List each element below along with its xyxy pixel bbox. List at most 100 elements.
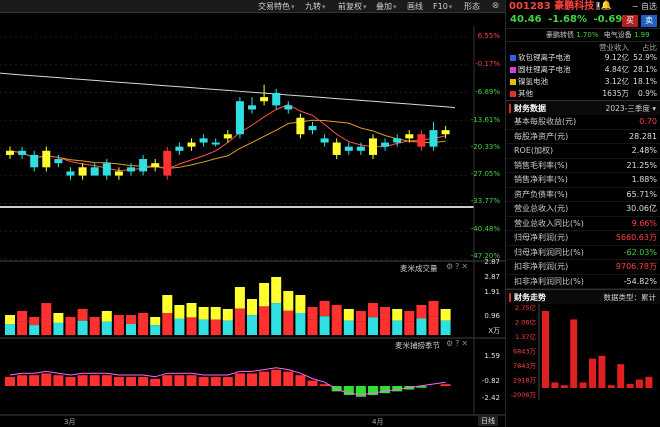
volume-panel-icons[interactable]: ⚙?✕ [446,262,470,271]
finance-row: 营业总收入同比(%) 9.66% [506,217,660,231]
finance-key: ROE(加权) [514,146,554,155]
vol-axis-label: 2.87 [484,273,500,281]
trend-bar [542,311,549,388]
candle-body [308,126,317,131]
price-text: 40.46 -1.68% -0.69 [510,14,622,25]
indicator-bar [53,375,64,386]
candle-body [223,134,232,139]
segment-color-dot [510,91,516,97]
indicator-bar [198,377,209,386]
toolbar-nine-turn[interactable]: 九转▾ [305,1,326,12]
volume-bar-upper [271,277,282,304]
segment-header: 营业收入 占比 [506,41,660,52]
indicator-bar [126,377,136,386]
volume-bar-upper [29,317,40,326]
indicator-bar [77,375,88,386]
candle-body [66,171,75,176]
volume-bar-upper [247,299,257,316]
trend-type-select[interactable]: 数据类型：累计 [604,290,657,305]
trend-section-header: 财务走势 数据类型：累计 [506,289,660,304]
indicator-bar [138,377,149,386]
trend-bar [617,364,625,388]
indicator-bar [29,375,40,386]
info-badge[interactable]: i [596,2,601,10]
volume-bar-upper [331,305,342,319]
volume-bar-lower [138,322,149,335]
candle-body [441,130,450,135]
volume-bar-upper [41,303,52,318]
volume-bar-lower [331,318,342,335]
volume-bar-lower [186,317,197,335]
sell-button[interactable]: 卖 [641,15,657,27]
finance-title: 财务数据 [514,104,546,113]
volume-bar-lower [392,320,403,335]
volume-bar-upper [113,315,124,324]
indicator-bar [295,375,306,386]
volume-bar-lower [404,321,415,335]
candle-body [187,142,196,147]
volume-bar-upper [416,305,427,319]
ticker-name-1: 豪鹏转债 [546,31,574,39]
indicator-bar [234,373,245,386]
candle-body [356,146,365,151]
volume-bar-upper [101,311,112,322]
volume-bar-lower [210,319,221,335]
ma-long-line [0,72,456,109]
volume-bar-upper [186,303,197,318]
volume-bar-lower [5,324,15,335]
indicator-panel-icons[interactable]: ⚙?✕ [446,339,470,348]
volume-bar-upper [126,315,136,324]
toolbar-pattern[interactable]: 形态 [464,1,480,12]
candle-body [30,154,39,168]
related-ticker[interactable]: 豪鹏转债 1.70% 电气设备 1.99 [506,29,660,41]
period-tab[interactable]: 日线 [478,416,498,426]
trend-bar [551,382,559,388]
finance-period-select[interactable]: 2023-三季度 ▾ [606,101,656,116]
candle-body [381,142,390,147]
indicator-bar [113,377,124,386]
toolbar-overlay[interactable]: 叠加▾ [376,1,397,12]
ind-axis-label: -0.82 [481,377,500,385]
finance-row: 资产负债率(%) 65.71% [506,188,660,202]
volume-bar-upper [368,303,378,318]
finance-key: 销售毛利率(%) [514,160,568,170]
segment-revenue: 9.12亿 [604,53,629,62]
close-icon[interactable]: ⊗ [490,1,501,12]
segment-revenue: 3.12亿 [604,77,629,86]
ind-axis-label: 1.59 [484,352,500,360]
trend-chart: 2.75亿 2.06亿 1.37亿 6843万 7843万 2918万 -2006万 [506,304,660,400]
volume-bar-upper [319,301,330,317]
finance-row: ROE(加权) 2.48% [506,144,660,159]
bell-icon[interactable]: 🔔 [601,1,612,11]
ticker-pct-1: 1.70% [576,31,599,39]
volume-bar-lower [259,306,270,335]
change-value: -0.69 [593,14,623,25]
trend-axis-label: 7843万 [513,362,537,370]
volume-bar-lower [295,313,306,335]
volume-bar-upper [77,309,88,321]
buy-button[interactable]: 买 [622,15,638,27]
candle-body [393,138,402,143]
finance-key: 资产负债率(%) [514,189,568,199]
trend-axis-label: 2918万 [513,377,537,385]
toolbar-f10[interactable]: F10▾ [433,1,452,12]
finance-value: -54.82% [623,276,657,286]
indicator-bar [247,373,257,386]
toolbar-adjust[interactable]: 前复权▾ [338,1,367,12]
volume-bar-upper [174,305,185,319]
ind-axis-label: -2.42 [481,394,500,402]
toolbar-trade-feature[interactable]: 交易特色▾ [258,1,295,12]
volume-bar-upper [259,283,270,307]
finance-value: 28.281 [629,131,657,141]
kline-chart-area[interactable]: 6.55% -0.17% -6.89% -13.61% -20.33% -27.… [0,13,505,427]
finance-value: 5660.63万 [615,233,657,242]
volume-bar-lower [247,315,257,335]
indicator-bar [222,377,233,386]
volume-bar-lower [271,303,282,335]
self-select-button[interactable]: − 自选 [632,1,657,12]
segment-row: 其他 1635万 0.9% [506,88,660,100]
toolbar-draw[interactable]: 画线 [407,1,423,12]
trend-bar [636,379,643,388]
stock-code-name: 001283 豪鹏科技 i [509,0,601,13]
indicator-bar [162,375,173,386]
